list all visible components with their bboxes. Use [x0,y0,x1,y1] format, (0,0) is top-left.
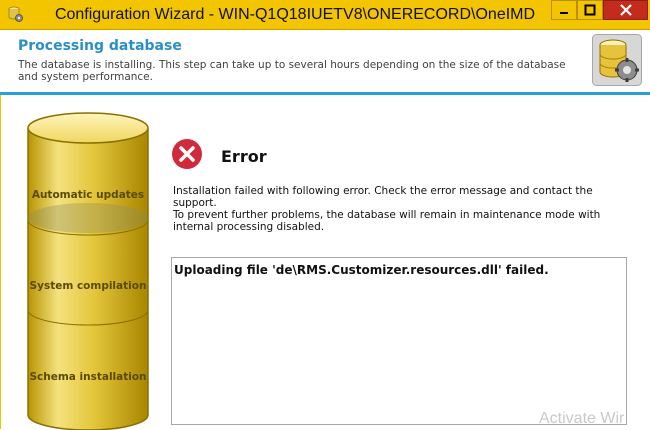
wizard-body: Automatic updates System compilation Sch… [0,95,650,430]
title-bar: Configuration Wizard - WIN-Q1Q18IUETV8\O… [0,0,650,30]
page-title: Processing database [18,38,182,54]
close-button[interactable] [603,0,648,20]
error-title: Error [221,147,267,166]
minimize-icon [560,12,568,14]
window-title: Configuration Wizard - WIN-Q1Q18IUETV8\O… [54,6,536,23]
wizard-header: Processing database The database is inst… [0,30,650,95]
step-schema-installation: Schema installation [29,371,147,383]
error-detail-text: Uploading file 'de\RMS.Customizer.resour… [174,263,549,277]
close-icon [619,4,632,16]
error-detail-box[interactable]: Uploading file 'de\RMS.Customizer.resour… [171,257,627,425]
activate-windows-watermark: Activate Wir [539,410,625,427]
step-automatic-updates: Automatic updates [31,189,145,201]
minimize-button[interactable] [551,0,577,20]
maximize-icon [584,4,596,16]
page-description: The database is installing. This step ca… [18,59,566,83]
error-x-icon [172,139,202,169]
database-gear-icon [592,34,642,86]
error-message: Installation failed with following error… [173,185,601,233]
step-system-compilation: System compilation [29,280,147,292]
maximize-button[interactable] [577,0,603,20]
